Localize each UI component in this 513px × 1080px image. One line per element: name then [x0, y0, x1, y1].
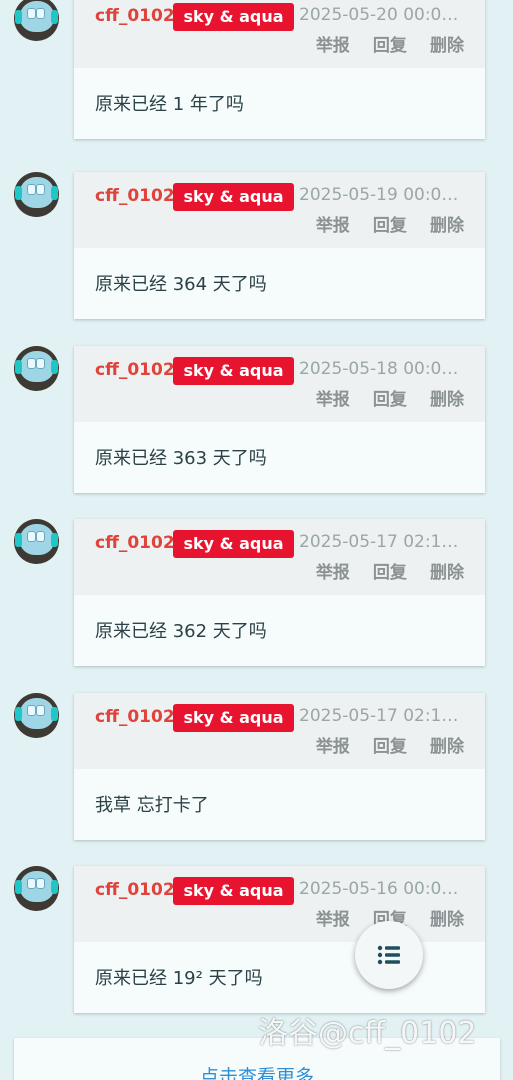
user-badge[interactable]: sky & aqua: [173, 3, 294, 31]
user-badge[interactable]: sky & aqua: [173, 704, 294, 732]
delete-button[interactable]: 删除: [430, 211, 464, 236]
comment-header: cff_0102 sky & aqua 2025-05-17 02:19:37 …: [74, 519, 485, 595]
user-badge[interactable]: sky & aqua: [173, 877, 294, 905]
report-button[interactable]: 举报: [316, 31, 350, 56]
avatar[interactable]: [14, 0, 59, 41]
timestamp: 2025-05-16 00:00:41: [299, 879, 464, 899]
delete-button[interactable]: 删除: [430, 31, 464, 56]
username-link[interactable]: cff_0102: [95, 6, 175, 26]
delete-button[interactable]: 删除: [430, 385, 464, 410]
comment-card: cff_0102 sky & aqua 2025-05-20 00:00:03 …: [74, 0, 485, 139]
reply-button[interactable]: 回复: [373, 385, 407, 410]
avatar[interactable]: [14, 866, 59, 911]
timestamp: 2025-05-17 02:18:52: [299, 706, 464, 726]
delete-button[interactable]: 删除: [430, 558, 464, 583]
report-button[interactable]: 举报: [316, 732, 350, 757]
avatar[interactable]: [14, 519, 59, 564]
comment-header: cff_0102 sky & aqua 2025-05-20 00:00:03 …: [74, 0, 485, 68]
reply-button[interactable]: 回复: [373, 558, 407, 583]
comment-text: 原来已经 362 天了吗: [95, 621, 267, 642]
delete-button[interactable]: 删除: [430, 732, 464, 757]
comment-item: cff_0102 sky & aqua 2025-05-17 02:18:52 …: [0, 693, 513, 853]
comment-actions: 举报 回复 删除: [298, 31, 464, 56]
load-more-label: 点击查看更多: [199, 1066, 314, 1080]
comment-feed: cff_0102 sky & aqua 2025-05-20 00:00:03 …: [0, 0, 513, 1080]
comment-item: cff_0102 sky & aqua 2025-05-17 02:19:37 …: [0, 519, 513, 679]
comment-item: cff_0102 sky & aqua 2025-05-19 00:01:14 …: [0, 172, 513, 332]
comment-actions: 举报 回复 删除: [298, 211, 464, 236]
list-icon: [377, 945, 400, 965]
comment-header: cff_0102 sky & aqua 2025-05-16 00:00:41 …: [74, 866, 485, 942]
username-link[interactable]: cff_0102: [95, 533, 175, 553]
comment-card: cff_0102 sky & aqua 2025-05-19 00:01:14 …: [74, 172, 485, 319]
comment-header: cff_0102 sky & aqua 2025-05-17 02:18:52 …: [74, 693, 485, 769]
comment-actions: 举报 回复 删除: [298, 558, 464, 583]
report-button[interactable]: 举报: [316, 905, 350, 930]
comment-actions: 举报 回复 删除: [298, 732, 464, 757]
avatar[interactable]: [14, 172, 59, 217]
comment-card: cff_0102 sky & aqua 2025-05-18 00:00:25 …: [74, 346, 485, 493]
comment-text: 原来已经 19² 天了吗: [95, 968, 263, 989]
delete-button[interactable]: 删除: [430, 905, 464, 930]
comment-card: cff_0102 sky & aqua 2025-05-17 02:19:37 …: [74, 519, 485, 666]
comment-header: cff_0102 sky & aqua 2025-05-19 00:01:14 …: [74, 172, 485, 248]
comment-text: 原来已经 364 天了吗: [95, 274, 267, 295]
report-button[interactable]: 举报: [316, 558, 350, 583]
comment-item: cff_0102 sky & aqua 2025-05-20 00:00:03 …: [0, 0, 513, 160]
comment-card: cff_0102 sky & aqua 2025-05-16 00:00:41 …: [74, 866, 485, 1013]
comment-item: cff_0102 sky & aqua 2025-05-18 00:00:25 …: [0, 346, 513, 506]
report-button[interactable]: 举报: [316, 211, 350, 236]
timestamp: 2025-05-18 00:00:25: [299, 359, 464, 379]
reply-button[interactable]: 回复: [373, 31, 407, 56]
comment-card: cff_0102 sky & aqua 2025-05-17 02:18:52 …: [74, 693, 485, 840]
comment-text: 原来已经 363 天了吗: [95, 448, 267, 469]
comment-text: 原来已经 1 年了吗: [95, 94, 244, 115]
comment-header: cff_0102 sky & aqua 2025-05-18 00:00:25 …: [74, 346, 485, 422]
user-badge[interactable]: sky & aqua: [173, 183, 294, 211]
menu-fab-button[interactable]: [355, 921, 423, 989]
reply-button[interactable]: 回复: [373, 732, 407, 757]
comment-text: 我草 忘打卡了: [95, 795, 209, 816]
timestamp: 2025-05-19 00:01:14: [299, 185, 464, 205]
username-link[interactable]: cff_0102: [95, 880, 175, 900]
user-badge[interactable]: sky & aqua: [173, 357, 294, 385]
timestamp: 2025-05-17 02:19:37: [299, 532, 464, 552]
watermark: 洛谷@cff_0102: [258, 1016, 477, 1051]
timestamp: 2025-05-20 00:00:03: [299, 5, 464, 25]
username-link[interactable]: cff_0102: [95, 707, 175, 727]
user-badge[interactable]: sky & aqua: [173, 530, 294, 558]
comment-item: cff_0102 sky & aqua 2025-05-16 00:00:41 …: [0, 866, 513, 1026]
report-button[interactable]: 举报: [316, 385, 350, 410]
avatar[interactable]: [14, 346, 59, 391]
username-link[interactable]: cff_0102: [95, 186, 175, 206]
reply-button[interactable]: 回复: [373, 211, 407, 236]
username-link[interactable]: cff_0102: [95, 360, 175, 380]
avatar[interactable]: [14, 693, 59, 738]
comment-actions: 举报 回复 删除: [298, 385, 464, 410]
